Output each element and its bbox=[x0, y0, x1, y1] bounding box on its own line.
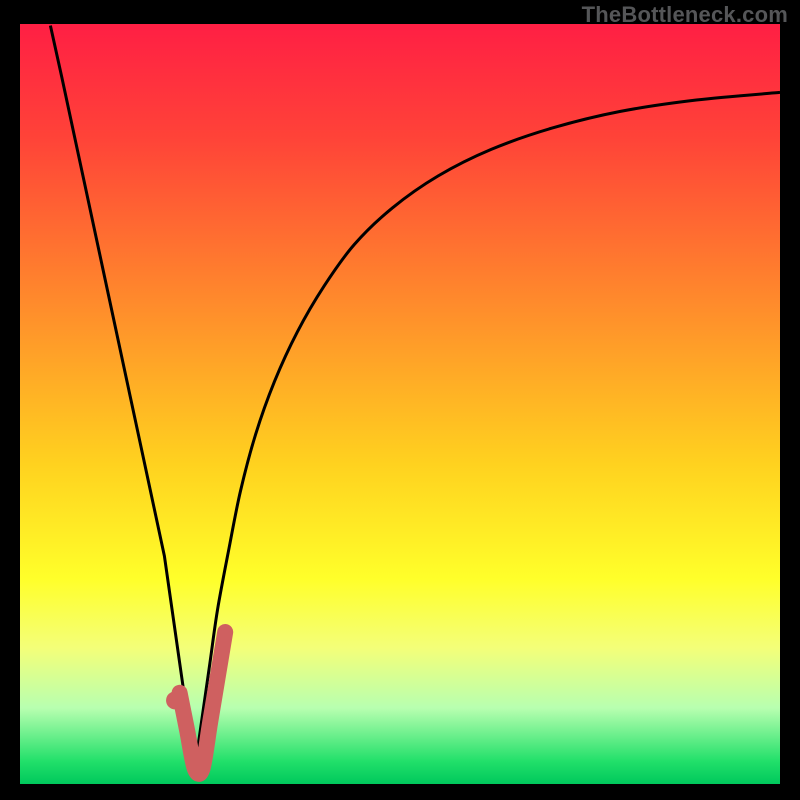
bottleneck-chart bbox=[20, 24, 780, 784]
gradient-background bbox=[20, 24, 780, 784]
chart-frame: TheBottleneck.com bbox=[0, 0, 800, 800]
hook-dot bbox=[166, 691, 184, 709]
